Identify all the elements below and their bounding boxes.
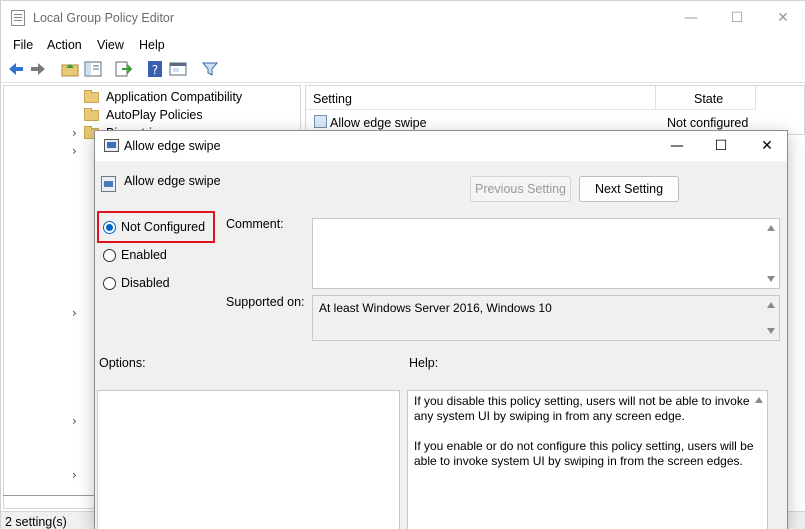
comment-scrollbar[interactable] [764, 219, 779, 288]
folder-icon [84, 90, 99, 103]
policy-setting-icon [314, 115, 327, 128]
options-panel[interactable] [97, 390, 400, 529]
chevron-right-icon[interactable]: › [72, 414, 77, 428]
supported-on-label: Supported on: [226, 295, 305, 309]
radio-indicator [103, 249, 116, 262]
maximize-button[interactable]: ☐ [727, 9, 747, 27]
policy-setting-icon [101, 176, 116, 192]
supported-on-field: At least Windows Server 2016, Windows 10 [312, 295, 780, 341]
tree-item-label: AutoPlay Policies [106, 108, 203, 122]
close-button[interactable]: ✕ [773, 9, 793, 27]
column-header-state[interactable]: State [656, 86, 756, 110]
minimize-button[interactable]: — [681, 9, 701, 27]
help-paragraph: If you enable or do not configure this p… [414, 439, 754, 468]
menu-view[interactable]: View [97, 38, 124, 52]
tree-horizontal-scrollbar[interactable] [3, 495, 97, 501]
dialog-minimize-button[interactable]: — [667, 137, 687, 155]
policy-dialog-icon [104, 139, 119, 152]
policy-name: Allow edge swipe [124, 174, 221, 188]
supported-on-scrollbar[interactable] [764, 296, 779, 340]
back-arrow-icon[interactable] [7, 60, 25, 78]
policy-setting-dialog: Allow edge swipe — ☐ ✕ Allow edge swipe … [94, 130, 788, 529]
svg-text:?: ? [152, 63, 158, 77]
properties-icon[interactable] [169, 60, 187, 78]
export-list-icon[interactable] [114, 60, 132, 78]
radio-label: Not Configured [121, 220, 206, 234]
help-panel[interactable]: If you disable this policy setting, user… [407, 390, 768, 529]
column-header-label: Setting [313, 92, 352, 106]
setting-name: Allow edge swipe [330, 116, 427, 130]
help-scrollbar[interactable] [752, 391, 767, 529]
options-label: Options: [99, 356, 146, 370]
menu-file[interactable]: File [13, 38, 33, 52]
settings-list[interactable]: Setting State Allow edge swipe Not confi… [305, 85, 805, 135]
comment-label: Comment: [226, 217, 284, 231]
dialog-close-button[interactable]: ✕ [757, 137, 777, 155]
menu-bar: File Action View Help [1, 35, 805, 55]
previous-setting-button[interactable]: Previous Setting [470, 176, 571, 202]
column-header-label: State [694, 92, 724, 106]
next-setting-button[interactable]: Next Setting [579, 176, 679, 202]
help-icon[interactable]: ? [146, 60, 164, 78]
menu-help[interactable]: Help [139, 38, 165, 52]
list-item[interactable]: Allow edge swipe Not configured [306, 112, 806, 132]
setting-state: Not configured [667, 116, 749, 130]
show-hide-tree-icon[interactable] [84, 60, 102, 78]
radio-indicator [103, 221, 116, 234]
help-paragraph: If you disable this policy setting, user… [414, 394, 750, 423]
chevron-right-icon[interactable]: › [72, 144, 77, 158]
chevron-right-icon[interactable]: › [72, 468, 77, 482]
tree-item-label: Application Compatibility [106, 90, 243, 104]
dialog-maximize-button[interactable]: ☐ [711, 137, 731, 155]
menu-action[interactable]: Action [47, 38, 82, 52]
comment-textarea[interactable] [312, 218, 780, 289]
title-bar: Local Group Policy Editor — ☐ ✕ [1, 1, 805, 35]
chevron-right-icon[interactable]: › [72, 306, 77, 320]
help-text: If you disable this policy setting, user… [414, 394, 754, 484]
radio-indicator [103, 277, 116, 290]
dialog-title: Allow edge swipe [124, 139, 221, 153]
status-text: 2 setting(s) [5, 515, 67, 529]
column-header-setting[interactable]: Setting [306, 86, 656, 110]
radio-label: Disabled [121, 276, 170, 290]
filter-icon[interactable] [201, 60, 219, 78]
window-title: Local Group Policy Editor [33, 11, 175, 25]
chevron-right-icon[interactable]: › [72, 126, 77, 140]
toolbar: ? [1, 57, 805, 83]
folder-up-icon[interactable] [61, 60, 79, 78]
dialog-title-bar: Allow edge swipe — ☐ ✕ [95, 131, 787, 161]
policy-editor-app-icon [11, 10, 25, 26]
supported-on-value: At least Windows Server 2016, Windows 10 [319, 301, 552, 315]
radio-label: Enabled [121, 248, 167, 262]
forward-arrow-icon[interactable] [29, 60, 47, 78]
help-label: Help: [409, 356, 439, 370]
folder-icon [84, 108, 99, 121]
